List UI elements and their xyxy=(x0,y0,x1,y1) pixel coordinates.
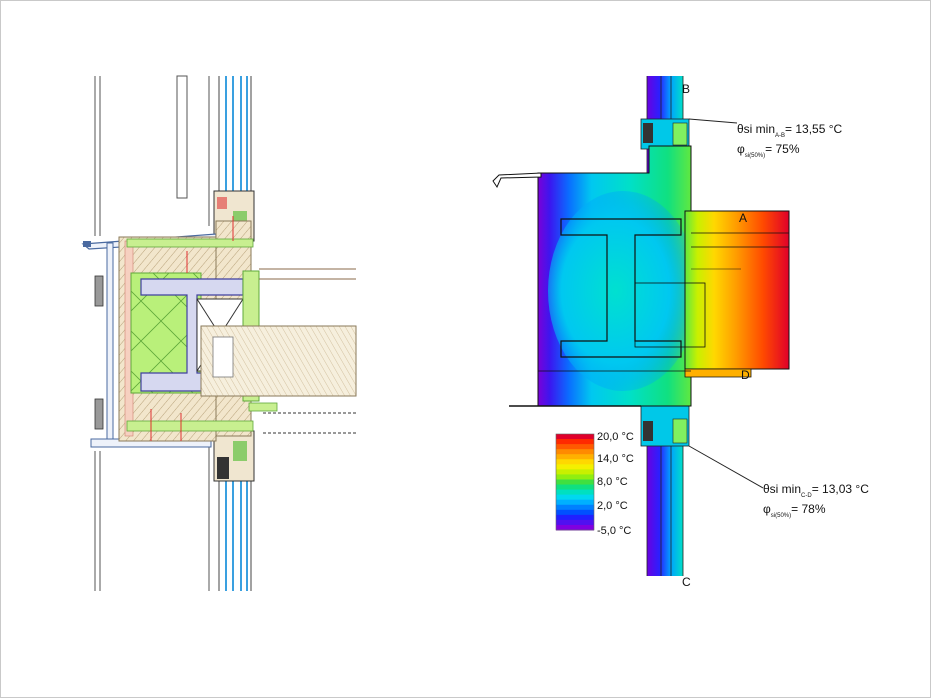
legend-color-band xyxy=(556,449,594,455)
legend-color-band xyxy=(556,479,594,486)
legend-tick-label: -5,0 °C xyxy=(597,525,631,537)
legend-color-band xyxy=(556,464,594,470)
legend-color-band xyxy=(556,499,594,506)
phi-subscript: si(50%) xyxy=(745,153,765,159)
theta-label: θsi min xyxy=(763,482,801,496)
legend-color-band xyxy=(556,434,594,440)
glazing-top xyxy=(225,76,248,193)
legend-color-band xyxy=(556,519,594,526)
theta-value: = 13,03 °C xyxy=(812,482,870,496)
legend-color-band xyxy=(556,469,594,475)
svg-text:φsi(50%)= 78%: φsi(50%)= 78% xyxy=(763,502,826,519)
theta-subscript: A-B xyxy=(775,133,785,139)
theta-value: = 13,55 °C xyxy=(785,122,843,136)
legend-color-band xyxy=(556,504,594,511)
legend-tick-label: 14,0 °C xyxy=(597,453,634,465)
legend-color-band xyxy=(556,484,594,491)
theta-subscript: C-D xyxy=(801,493,812,499)
point-b: B xyxy=(682,82,690,96)
legend-tick-label: 8,0 °C xyxy=(597,476,628,488)
svg-text:θsi minA-B= 13,55 °C: θsi minA-B= 13,55 °C xyxy=(737,122,843,139)
legend-tick-label: 20,0 °C xyxy=(597,431,634,443)
point-c: C xyxy=(682,575,691,589)
legend-color-band xyxy=(556,489,594,496)
phi-value: = 78% xyxy=(791,502,826,516)
point-d: D xyxy=(741,368,750,382)
legend-color-band xyxy=(556,514,594,521)
legend-color-band xyxy=(556,509,594,516)
svg-text:φsi(50%)= 75%: φsi(50%)= 75% xyxy=(737,142,800,159)
construction-detail xyxy=(81,75,357,591)
svg-text:θsi minC-D= 13,03 °C: θsi minC-D= 13,03 °C xyxy=(763,482,869,499)
legend-color-band xyxy=(556,439,594,445)
legend-color-band xyxy=(556,459,594,465)
legend-tick-label: 2,0 °C xyxy=(597,500,628,512)
point-a: A xyxy=(739,211,747,225)
phi-value: = 75% xyxy=(765,142,800,156)
thermal-simulation: B A D C θsi minA-B= 13,55 °C φsi(50%)= 7… xyxy=(492,76,869,589)
legend-color-band xyxy=(556,524,594,531)
temperature-legend xyxy=(555,433,595,531)
theta-label: θsi min xyxy=(737,122,775,136)
legend-color-band xyxy=(556,474,594,480)
annotation-bottom: θsi minC-D= 13,03 °C φsi(50%)= 78% xyxy=(763,482,869,519)
legend-color-band xyxy=(556,444,594,450)
glazing-bottom xyxy=(225,479,248,591)
legend-color-band xyxy=(556,494,594,501)
phi-subscript: si(50%) xyxy=(771,513,791,519)
annotation-top: θsi minA-B= 13,55 °C φsi(50%)= 75% xyxy=(737,122,843,159)
figure: B A D C θsi minA-B= 13,55 °C φsi(50%)= 7… xyxy=(81,75,869,591)
legend-color-band xyxy=(556,454,594,460)
slide: B A D C θsi minA-B= 13,55 °C φsi(50%)= 7… xyxy=(0,0,931,698)
